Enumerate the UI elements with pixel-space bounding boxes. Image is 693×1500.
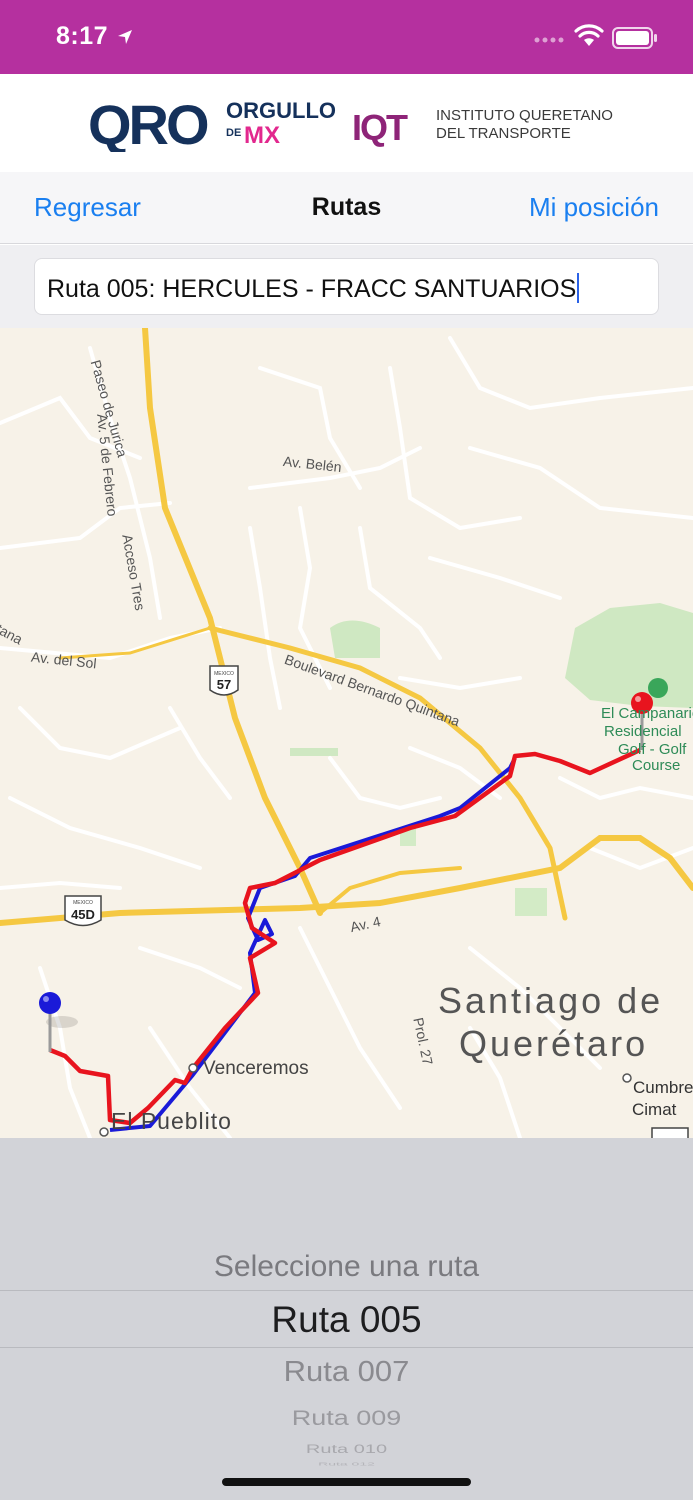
logo-de-text: DE	[226, 127, 241, 139]
navigation-bar: Regresar Rutas Mi posición	[0, 172, 693, 244]
picker-option-selected[interactable]: Ruta 005	[0, 1299, 693, 1341]
logo-orgullo-text: ORGULLO	[226, 98, 336, 123]
map-label-campanario-2: Residencial	[604, 723, 682, 740]
map-label-cumbres-2: Cimat	[632, 1100, 677, 1119]
home-indicator[interactable]	[222, 1478, 471, 1486]
logo-mx-text: MX	[244, 122, 280, 149]
status-time: 8:17	[56, 22, 109, 50]
route-field-container: Ruta 005: HERCULES - FRACC SANTUARIOS	[0, 245, 693, 328]
picker-option-placeholder[interactable]: Seleccione una ruta	[0, 1250, 693, 1284]
picker-option[interactable]: Ruta 012	[0, 1461, 693, 1467]
place-dot-icon	[99, 1127, 109, 1137]
route-start-pin[interactable]	[39, 992, 78, 1052]
place-dot-icon	[622, 1073, 632, 1083]
highway-shield-partial	[651, 1127, 689, 1138]
route-field-value: Ruta 005: HERCULES - FRACC SANTUARIOS	[47, 273, 580, 304]
golf-icon	[648, 678, 668, 698]
highway-57-shield: MEXICO 57	[209, 665, 239, 696]
route-field[interactable]: Ruta 005: HERCULES - FRACC SANTUARIOS	[34, 258, 659, 315]
text-caret	[577, 273, 580, 303]
qro-logo: QRO ORGULLO DE MX	[88, 93, 336, 152]
my-position-button[interactable]: Mi posición	[529, 192, 659, 223]
map-label-santiago-line1: Santiago de	[438, 980, 664, 1021]
park-small	[515, 888, 547, 916]
logo-qro-text: QRO	[88, 93, 208, 152]
header-logos: QRO ORGULLO DE MX IQT INSTITUTO QUERETAN…	[0, 74, 693, 172]
svg-text:57: 57	[217, 677, 231, 692]
status-bar: 8:17	[0, 0, 693, 74]
park-campanario	[565, 603, 693, 708]
map-label-campanario-1: El Campanario	[601, 705, 693, 722]
bus-icon	[408, 114, 428, 128]
logo-iqt-text: IQT	[352, 107, 408, 148]
map-label-el-pueblito: El Pueblito	[111, 1108, 232, 1134]
cellular-signal-icon	[534, 37, 564, 43]
back-button[interactable]: Regresar	[34, 192, 141, 223]
map-label-venceremos: Venceremos	[203, 1058, 309, 1079]
location-arrow-icon	[118, 30, 132, 44]
place-dot-icon	[188, 1063, 198, 1073]
picker-option[interactable]: Ruta 007	[0, 1355, 693, 1388]
svg-text:45D: 45D	[71, 907, 95, 922]
map-label-santiago-line2: Querétaro	[459, 1023, 649, 1064]
iqt-logo: IQT INSTITUTO QUERETANO DEL TRANSPORTE	[352, 107, 613, 148]
picker-option[interactable]: Ruta 009	[0, 1406, 693, 1430]
qro-iqt-logo: QRO ORGULLO DE MX IQT INSTITUTO QUERETAN…	[88, 93, 613, 152]
wifi-icon	[574, 24, 604, 46]
picker-option[interactable]: Ruta 010	[0, 1443, 693, 1457]
route-picker[interactable]: Seleccione una ruta Ruta 005 Ruta 007 Ru…	[0, 1138, 693, 1500]
route-map[interactable]: MEXICO 57 MEXICO 45D Av. 5 de Febrero Pa…	[0, 328, 693, 1138]
map-label-campanario-4: Course	[632, 757, 681, 774]
institute-line1: INSTITUTO QUERETANO	[436, 107, 613, 124]
map-label-cumbres-1: Cumbres	[633, 1078, 693, 1097]
park-strip	[290, 748, 338, 756]
park-area	[330, 620, 380, 658]
battery-icon	[612, 27, 657, 49]
institute-line2: DEL TRANSPORTE	[436, 125, 571, 142]
route-line-outbound	[49, 747, 641, 1126]
highway-45d-shield: MEXICO 45D	[64, 895, 102, 927]
map-label-campanario-3: Golf - Golf	[618, 741, 687, 758]
svg-text:MEXICO: MEXICO	[73, 900, 93, 906]
